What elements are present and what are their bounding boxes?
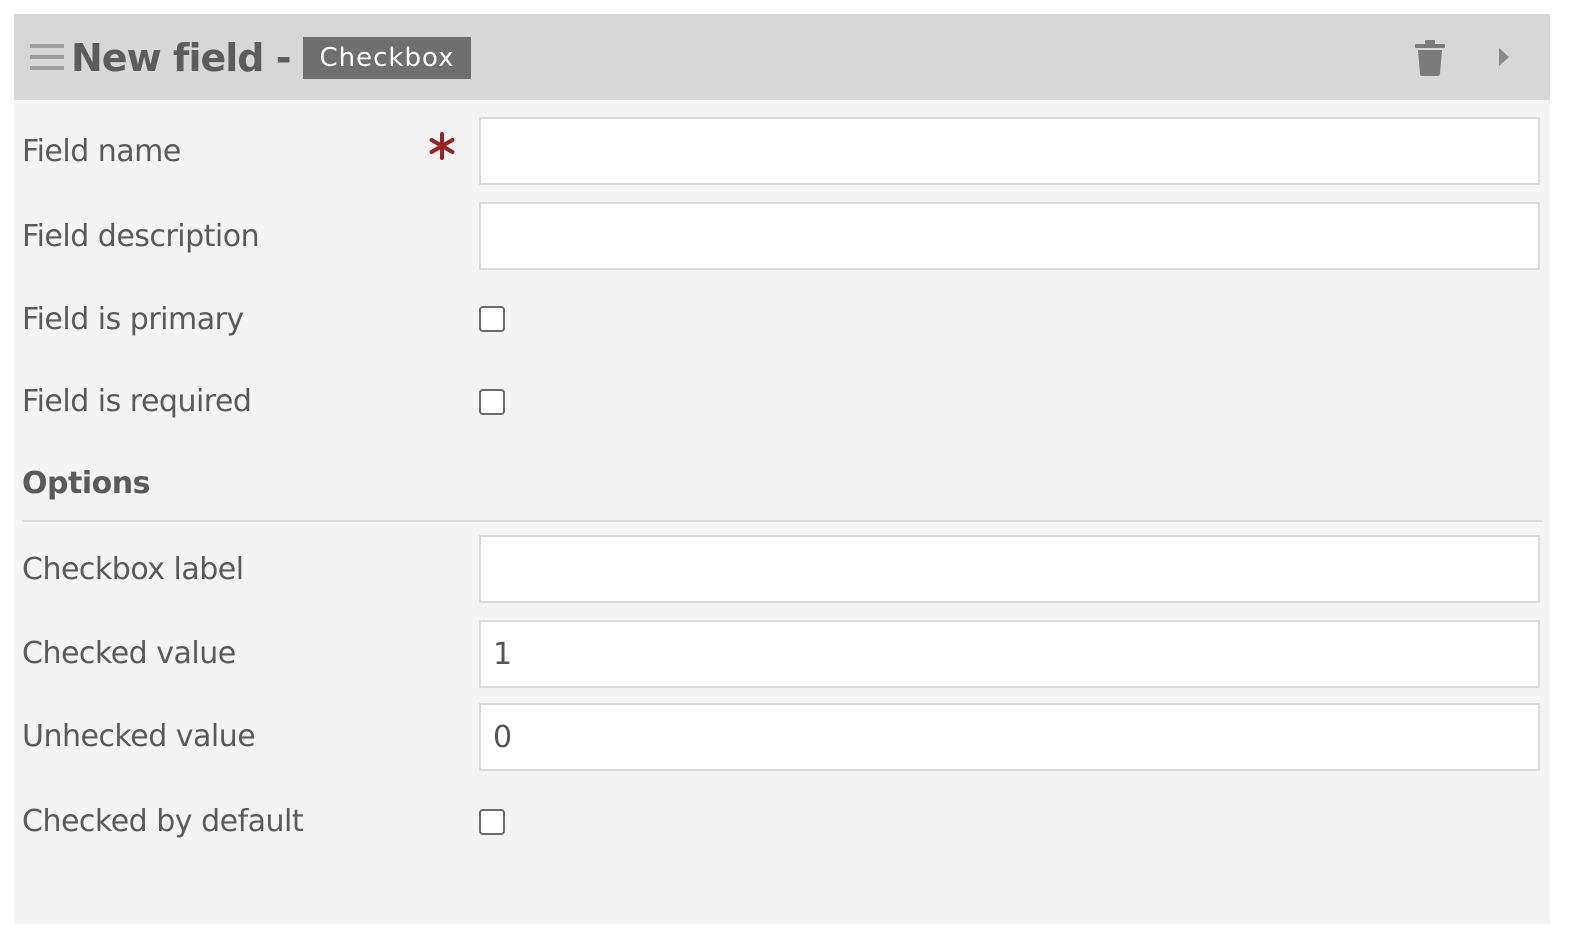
field-primary-checkbox[interactable] [479, 306, 505, 332]
field-title: New field - 1 [71, 36, 329, 80]
unchecked-value-label: Unhecked value [22, 719, 256, 754]
checkbox-label-input[interactable] [479, 535, 1540, 603]
checked-by-default-label: Checked by default [22, 804, 304, 839]
options-section-title: Options [22, 466, 150, 501]
field-required-label: Field is required [22, 384, 252, 419]
asterisk-icon [429, 132, 455, 160]
field-name-label: Field name [22, 134, 181, 169]
options-divider [22, 520, 1542, 522]
field-name-input[interactable] [479, 117, 1540, 185]
unchecked-value-input[interactable] [479, 703, 1540, 771]
field-description-label: Field description [22, 219, 260, 254]
field-required-checkbox[interactable] [479, 389, 505, 415]
field-description-input[interactable] [479, 202, 1540, 270]
checkbox-label-label: Checkbox label [22, 552, 244, 587]
field-editor-panel: New field - 1 Checkbox Field name Field … [14, 14, 1550, 924]
checked-value-input[interactable] [479, 620, 1540, 688]
drag-handle-icon[interactable] [30, 44, 64, 74]
field-primary-label: Field is primary [22, 302, 244, 337]
caret-right-icon[interactable] [1496, 45, 1512, 69]
checked-value-label: Checked value [22, 636, 236, 671]
field-header: New field - 1 Checkbox [14, 14, 1550, 100]
field-type-badge: Checkbox [303, 37, 471, 79]
trash-icon[interactable] [1414, 40, 1446, 76]
checked-by-default-checkbox[interactable] [479, 809, 505, 835]
